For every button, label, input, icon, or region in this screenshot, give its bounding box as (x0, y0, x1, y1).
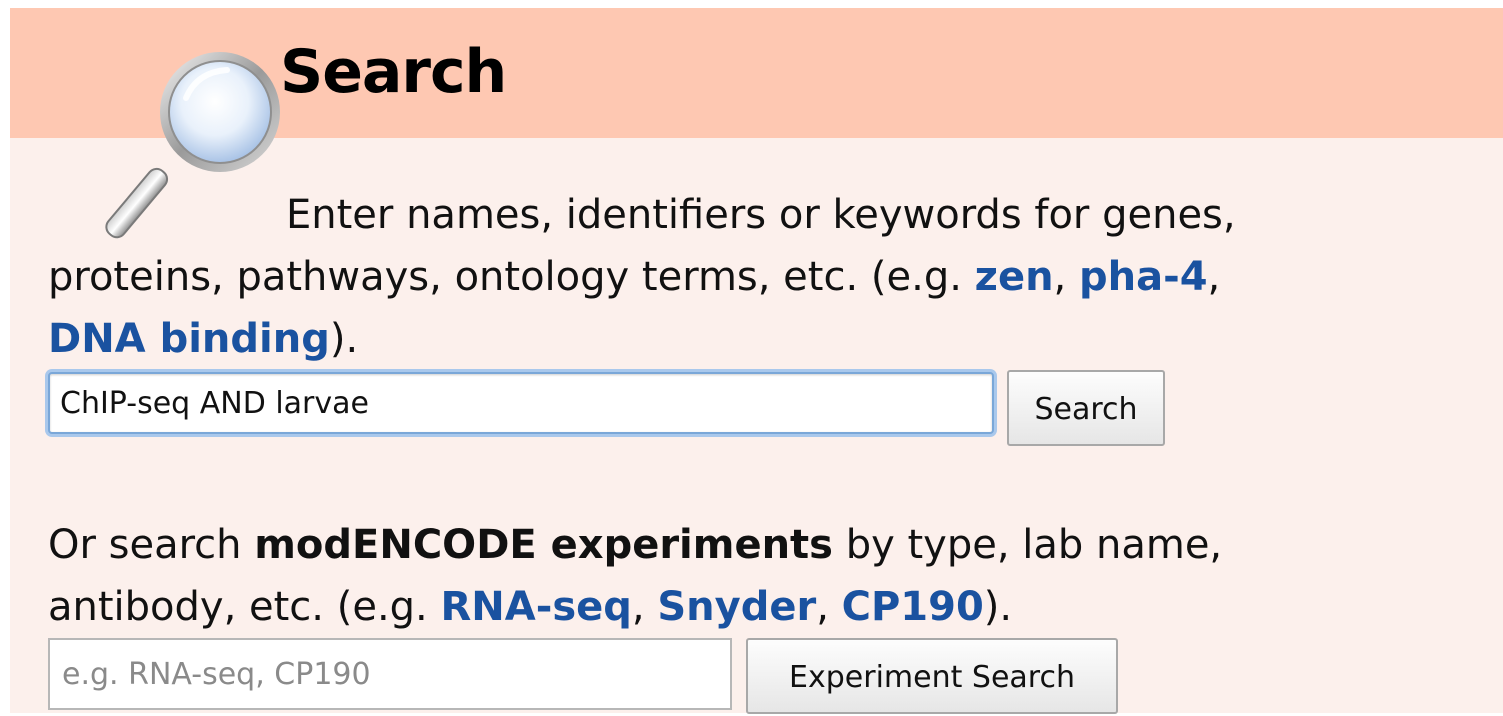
experiments-bold-label: modENCODE experiments (254, 522, 833, 568)
experiment-search-button[interactable]: Experiment Search (746, 638, 1118, 714)
example-link-pha-4[interactable]: pha-4 (1079, 254, 1208, 300)
experiment-search-input[interactable] (48, 638, 732, 710)
search-panel: Search Enter names, identifiers or keywo… (10, 8, 1503, 714)
example-link-zen[interactable]: zen (975, 254, 1054, 300)
experiments-line-2: antibody, etc. (e.g. (48, 584, 428, 630)
example-link-rna-seq[interactable]: RNA-seq (440, 584, 631, 630)
panel-title: Search (280, 37, 507, 107)
experiment-search-instructions: Or search modENCODE experiments by type,… (48, 522, 1223, 630)
example-link-cp190[interactable]: CP190 (842, 584, 984, 630)
intro-line-1: Enter names, identifiers or keywords for… (286, 192, 1236, 238)
search-button[interactable]: Search (1007, 370, 1165, 446)
example-link-snyder[interactable]: Snyder (657, 584, 816, 630)
intro-line-2: proteins, pathways, ontology terms, etc.… (48, 254, 962, 300)
experiments-prefix: Or search (48, 522, 242, 568)
example-link-dna-binding[interactable]: DNA binding (48, 316, 330, 362)
search-input[interactable] (48, 372, 994, 434)
experiments-suffix: by type, lab name, (845, 522, 1223, 568)
search-instructions: Enter names, identifiers or keywords for… (48, 192, 1236, 362)
